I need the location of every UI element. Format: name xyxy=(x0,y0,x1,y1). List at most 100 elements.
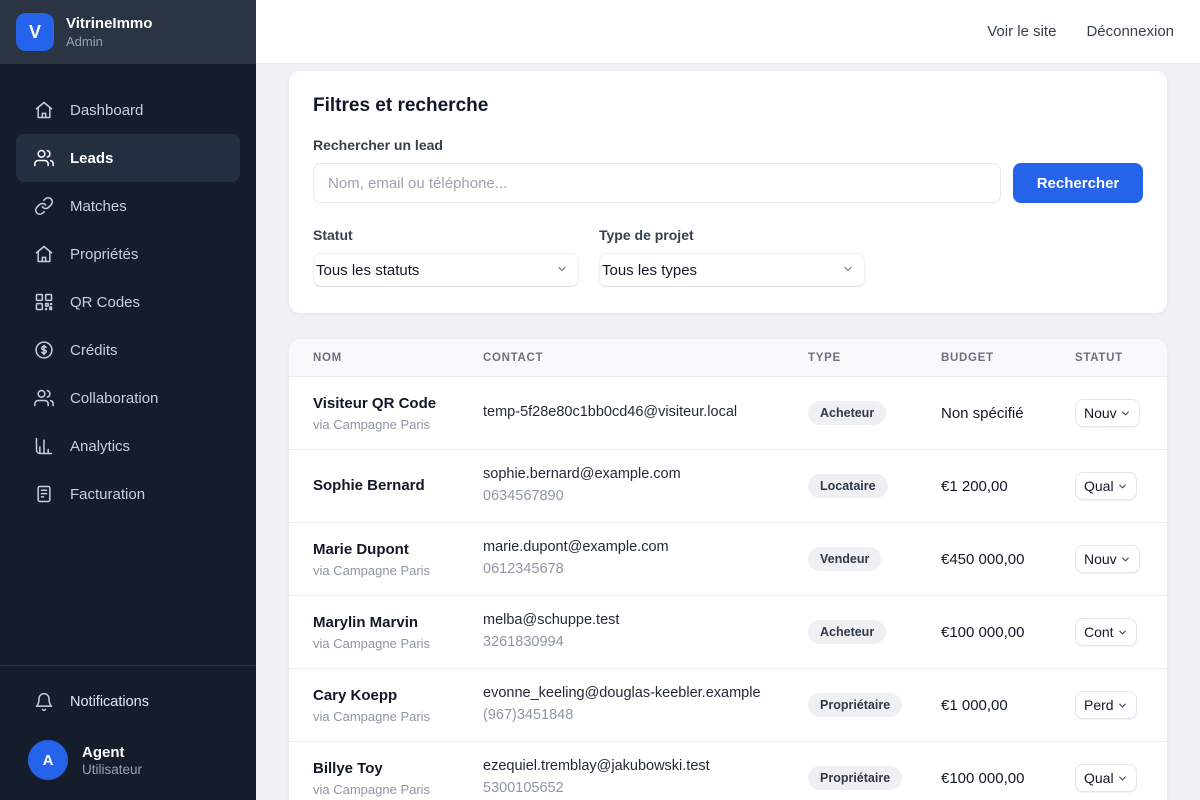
lead-phone: 0634567890 xyxy=(483,486,808,508)
leads-table-card: NOM CONTACT TYPE BUDGET STATUT Visiteur … xyxy=(288,338,1168,800)
search-input[interactable] xyxy=(313,163,1001,203)
table-row[interactable]: Sophie Bernard sophie.bernard@example.co… xyxy=(289,450,1167,523)
lead-contact-cell: ezequiel.tremblay@jakubowski.test 530010… xyxy=(483,756,808,800)
lead-source: via Campagne Paris xyxy=(313,709,483,724)
lead-budget: €1 000,00 xyxy=(941,697,1075,714)
lead-budget: €100 000,00 xyxy=(941,770,1075,787)
user-avatar: A xyxy=(28,740,68,780)
app-subtitle: Admin xyxy=(66,34,152,49)
lead-budget: Non spécifié xyxy=(941,405,1075,422)
table-row[interactable]: Marylin Marvin via Campagne Paris melba@… xyxy=(289,596,1167,669)
sidebar-item-dashboard[interactable]: Dashboard xyxy=(16,86,240,134)
sidebar-item-collaboration[interactable]: Collaboration xyxy=(16,374,240,422)
lead-name-cell: Marie Dupont via Campagne Paris xyxy=(313,540,483,577)
table-header-row: NOM CONTACT TYPE BUDGET STATUT xyxy=(289,339,1167,377)
sidebar-item-label: Propriétés xyxy=(70,246,138,263)
lead-contact-cell: sophie.bernard@example.com 0634567890 xyxy=(483,464,808,508)
lead-contact-cell: temp-5f28e80c1bb0cd46@visiteur.local xyxy=(483,402,808,424)
status-filter-label: Statut xyxy=(313,227,579,243)
table-body: Visiteur QR Code via Campagne Paris temp… xyxy=(289,377,1167,800)
chevron-down-icon xyxy=(1117,773,1128,784)
lead-phone: 3261830994 xyxy=(483,632,808,654)
lead-status-cell: Qual xyxy=(1075,472,1167,500)
table-row[interactable]: Billye Toy via Campagne Paris ezequiel.t… xyxy=(289,742,1167,800)
sidebar-item-analytics[interactable]: Analytics xyxy=(16,422,240,470)
lead-status-select[interactable]: Qual xyxy=(1075,764,1137,792)
topbar: Voir le site Déconnexion xyxy=(256,0,1200,64)
users-icon xyxy=(34,388,54,408)
table-row[interactable]: Visiteur QR Code via Campagne Paris temp… xyxy=(289,377,1167,450)
sidebar-item-propri-t-s[interactable]: Propriétés xyxy=(16,230,240,278)
sidebar-item-facturation[interactable]: Facturation xyxy=(16,470,240,518)
chevron-down-icon xyxy=(556,262,568,279)
type-filter-select[interactable]: Tous les types xyxy=(599,253,865,287)
user-role: Utilisateur xyxy=(82,762,142,777)
user-info: Agent Utilisateur xyxy=(82,743,142,778)
lead-status-value: Perd xyxy=(1084,697,1114,713)
lead-type-badge: Acheteur xyxy=(808,620,886,644)
sidebar-item-label: Collaboration xyxy=(70,390,158,407)
lead-name: Marylin Marvin xyxy=(313,613,483,633)
status-filter-select[interactable]: Tous les statuts xyxy=(313,253,579,287)
lead-type-cell: Vendeur xyxy=(808,547,941,571)
lead-name-cell: Billye Toy via Campagne Paris xyxy=(313,759,483,796)
chevron-down-icon xyxy=(1117,700,1128,711)
sidebar-item-matches[interactable]: Matches xyxy=(16,182,240,230)
sidebar-item-label: Analytics xyxy=(70,438,130,455)
lead-source: via Campagne Paris xyxy=(313,636,483,651)
lead-email: ezequiel.tremblay@jakubowski.test xyxy=(483,756,808,778)
lead-name-cell: Sophie Bernard xyxy=(313,476,483,496)
chevron-down-icon xyxy=(1117,481,1128,492)
status-filter-col: Statut Tous les statuts xyxy=(313,227,579,287)
home-icon xyxy=(34,100,54,120)
sidebar-item-cr-dits[interactable]: Crédits xyxy=(16,326,240,374)
lead-status-value: Nouv xyxy=(1084,405,1117,421)
lead-contact-cell: marie.dupont@example.com 0612345678 xyxy=(483,537,808,581)
app-name: VitrineImmo xyxy=(66,15,152,34)
chevron-down-icon xyxy=(1117,627,1128,638)
lead-type-cell: Locataire xyxy=(808,474,941,498)
lead-status-value: Qual xyxy=(1084,478,1114,494)
lead-status-select[interactable]: Cont xyxy=(1075,618,1137,646)
lead-status-value: Qual xyxy=(1084,770,1114,786)
users-icon xyxy=(34,148,54,168)
lead-budget: €450 000,00 xyxy=(941,551,1075,568)
app-root: V VitrineImmo Admin DashboardLeadsMatche… xyxy=(0,0,1200,800)
lead-status-select[interactable]: Qual xyxy=(1075,472,1137,500)
link-deconnexion[interactable]: Déconnexion xyxy=(1086,23,1174,40)
column-header-statut: STATUT xyxy=(1075,352,1167,364)
sidebar-item-leads[interactable]: Leads xyxy=(16,134,240,182)
lead-budget: €1 200,00 xyxy=(941,478,1075,495)
sidebar-nav: Dashboard Leads Matches Propriétés QR Codes C… xyxy=(0,64,256,518)
lead-status-select[interactable]: Perd xyxy=(1075,691,1137,719)
type-filter-label: Type de projet xyxy=(599,227,865,243)
lead-name-cell: Cary Koepp via Campagne Paris xyxy=(313,686,483,723)
type-filter-col: Type de projet Tous les types xyxy=(599,227,865,287)
content: Filtres et recherche Rechercher un lead … xyxy=(256,64,1200,800)
lead-type-cell: Propriétaire xyxy=(808,766,941,790)
user-name: Agent xyxy=(82,743,142,763)
lead-email: marie.dupont@example.com xyxy=(483,537,808,559)
lead-email: melba@schuppe.test xyxy=(483,610,808,632)
lead-contact-cell: evonne_keeling@douglas-keebler.example (… xyxy=(483,683,808,727)
lead-type-badge: Propriétaire xyxy=(808,693,902,717)
home-icon xyxy=(34,244,54,264)
table-row[interactable]: Marie Dupont via Campagne Paris marie.du… xyxy=(289,523,1167,596)
sidebar-item-label: Crédits xyxy=(70,342,118,359)
lead-status-select[interactable]: Nouv xyxy=(1075,545,1140,573)
sidebar-item-label: Dashboard xyxy=(70,102,143,119)
main-area: Voir le site Déconnexion Filtres et rech… xyxy=(256,0,1200,800)
lead-status-select[interactable]: Nouv xyxy=(1075,399,1140,427)
user-profile[interactable]: A Agent Utilisateur xyxy=(16,726,240,780)
sidebar-item-qr-codes[interactable]: QR Codes xyxy=(16,278,240,326)
search-button[interactable]: Rechercher xyxy=(1013,163,1143,203)
link-voir-le-site[interactable]: Voir le site xyxy=(987,23,1056,40)
dollar-circle-icon xyxy=(34,340,54,360)
sidebar-item-notifications[interactable]: Notifications xyxy=(16,678,240,726)
table-row[interactable]: Cary Koepp via Campagne Paris evonne_kee… xyxy=(289,669,1167,742)
lead-type-badge: Acheteur xyxy=(808,401,886,425)
lead-status-cell: Qual xyxy=(1075,764,1167,792)
lead-type-cell: Acheteur xyxy=(808,401,941,425)
lead-status-cell: Nouv xyxy=(1075,399,1167,427)
sidebar-item-label: Matches xyxy=(70,198,127,215)
